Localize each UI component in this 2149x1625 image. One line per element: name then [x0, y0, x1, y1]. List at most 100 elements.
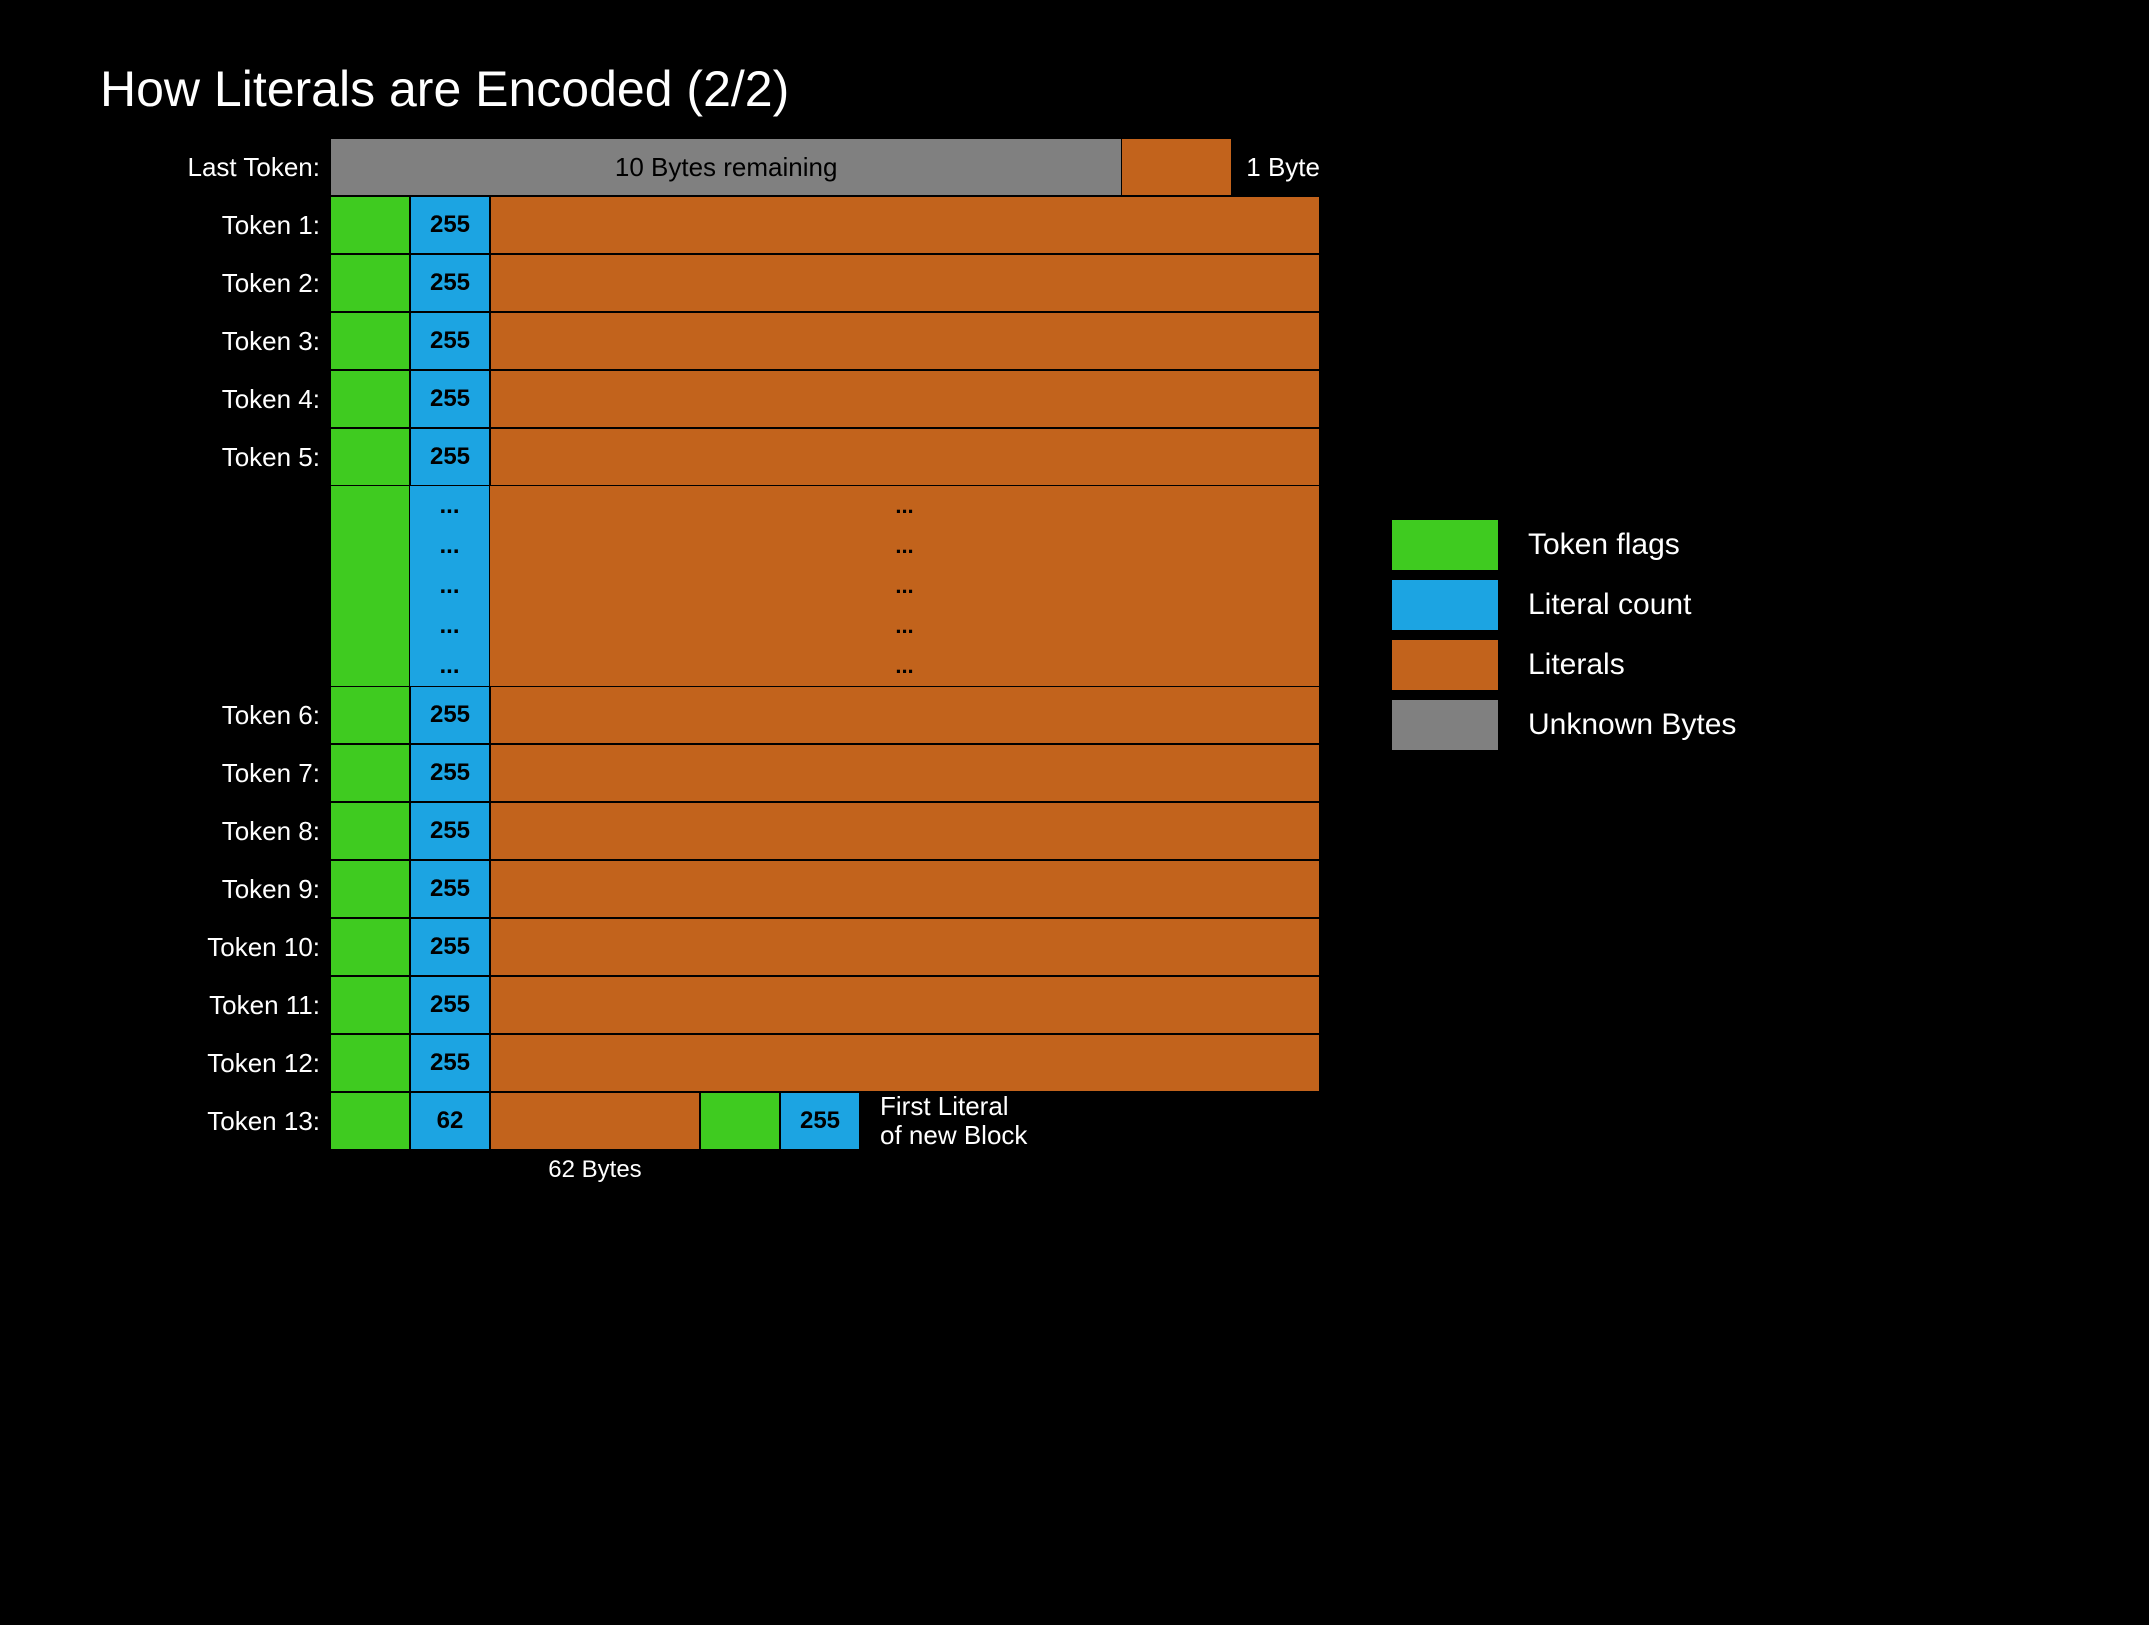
- ellipsis-row: ... ...: [330, 486, 1320, 526]
- token-row-6: 255: [330, 686, 1320, 744]
- count-cell: ...: [410, 606, 490, 646]
- flag-cell: [330, 526, 410, 566]
- tail-label-row: 62 Bytes: [330, 1150, 1320, 1184]
- flag-cell: [330, 566, 410, 606]
- flag-cell: [330, 646, 410, 686]
- label-token3: Token 3:: [222, 312, 320, 370]
- legend-count-label: Literal count: [1528, 588, 1691, 622]
- page-title: How Literals are Encoded (2/2): [100, 60, 2089, 118]
- tail-seg1-label: First Literal of new Block: [860, 1092, 1027, 1150]
- count-cell: ...: [410, 526, 490, 566]
- flag-cell: [330, 486, 410, 526]
- token-row-3: 255: [330, 312, 1320, 370]
- literals-62: [490, 1092, 700, 1150]
- count-cell: 255: [410, 254, 490, 312]
- legend-unknown-label: Unknown Bytes: [1528, 708, 1736, 742]
- flag-cell: [330, 860, 410, 918]
- literals-cell: [490, 976, 1320, 1034]
- label-token7: Token 7:: [222, 744, 320, 802]
- swatch-green: [1390, 518, 1500, 572]
- ellipsis-row: ... ...: [330, 606, 1320, 646]
- legend-row-flags: Token flags: [1390, 518, 1736, 572]
- content-area: Last Token: Token 1: Token 2: Token 3: T…: [100, 138, 2089, 1184]
- legend-row-unknown: Unknown Bytes: [1390, 698, 1736, 752]
- legend-row-literals: Literals: [1390, 638, 1736, 692]
- count-cell: 62: [410, 1092, 490, 1150]
- token-row-10: 255: [330, 918, 1320, 976]
- label-token8: Token 8:: [222, 802, 320, 860]
- count-cell: 255: [410, 976, 490, 1034]
- tail-line1: First Literal: [880, 1092, 1009, 1121]
- legend-row-count: Literal count: [1390, 578, 1736, 632]
- header-remaining-bytes: 10 Bytes remaining: [330, 138, 1122, 196]
- token-row-12: 255: [330, 1034, 1320, 1092]
- literals-cell: ...: [490, 646, 1320, 686]
- flag-cell: [330, 428, 410, 486]
- swatch-grey: [1390, 698, 1500, 752]
- diagram-page: How Literals are Encoded (2/2) Last Toke…: [0, 0, 2149, 1625]
- literals-cell: [490, 254, 1320, 312]
- count-cell: 255: [410, 860, 490, 918]
- literals-cell: [490, 312, 1320, 370]
- token-row-4: 255: [330, 370, 1320, 428]
- flag-cell: [330, 802, 410, 860]
- literals-cell: [490, 860, 1320, 918]
- count-cell-new-block: 255: [780, 1092, 860, 1150]
- literals-cell: ...: [490, 606, 1320, 646]
- count-cell: ...: [410, 486, 490, 526]
- label-last-token: Last Token:: [187, 138, 320, 196]
- flag-cell: [330, 370, 410, 428]
- label-token12: Token 12:: [207, 1034, 320, 1092]
- count-cell: 255: [410, 370, 490, 428]
- count-cell: ...: [410, 646, 490, 686]
- ellipsis-row: ... ...: [330, 646, 1320, 686]
- label-token9: Token 9:: [222, 860, 320, 918]
- literals-cell: [490, 802, 1320, 860]
- count-cell: 255: [410, 312, 490, 370]
- flag-cell: [330, 1034, 410, 1092]
- swatch-orange: [1390, 638, 1500, 692]
- count-cell: 255: [410, 686, 490, 744]
- header-row: 10 Bytes remaining 1 Byte: [330, 138, 1320, 196]
- flag-cell: [330, 918, 410, 976]
- token-row-7: 255: [330, 744, 1320, 802]
- label-token5: Token 5:: [222, 428, 320, 486]
- label-token2: Token 2:: [222, 254, 320, 312]
- literals-cell: [490, 918, 1320, 976]
- count-cell: 255: [410, 918, 490, 976]
- label-token6: Token 6:: [222, 686, 320, 744]
- flag-cell: [330, 976, 410, 1034]
- legend-literals-label: Literals: [1528, 648, 1625, 682]
- swatch-blue: [1390, 578, 1500, 632]
- literals-cell: [490, 196, 1320, 254]
- flag-cell: [330, 1092, 410, 1150]
- literals-cell: ...: [490, 486, 1320, 526]
- literals-cell: ...: [490, 566, 1320, 606]
- ellipsis-row: ... ...: [330, 526, 1320, 566]
- flag-cell: [330, 744, 410, 802]
- label-token10: Token 10:: [207, 918, 320, 976]
- count-cell: 255: [410, 1034, 490, 1092]
- count-cell: 255: [410, 802, 490, 860]
- flag-cell: [330, 606, 410, 646]
- count-cell: ...: [410, 566, 490, 606]
- count-cell: 255: [410, 428, 490, 486]
- count-cell: 255: [410, 196, 490, 254]
- row-labels-column: Last Token: Token 1: Token 2: Token 3: T…: [100, 138, 330, 1150]
- token-row-8: 255: [330, 802, 1320, 860]
- literals-cell: [490, 686, 1320, 744]
- ellipsis-row: ... ...: [330, 566, 1320, 606]
- token-row-9: 255: [330, 860, 1320, 918]
- header-one-byte-label: 1 Byte: [1232, 138, 1320, 196]
- token-row-1: 255: [330, 196, 1320, 254]
- literals-cell: [490, 1034, 1320, 1092]
- label-token11: Token 11:: [209, 976, 320, 1034]
- label-token1: Token 1:: [222, 196, 320, 254]
- byte-grid: 10 Bytes remaining 1 Byte 255 255 255: [330, 138, 1320, 1184]
- token-row-5: 255: [330, 428, 1320, 486]
- tail-62-label: 62 Bytes: [490, 1150, 700, 1184]
- flag-cell: [330, 196, 410, 254]
- literals-cell: [490, 370, 1320, 428]
- flag-cell-new-block: [700, 1092, 780, 1150]
- literals-cell: [490, 428, 1320, 486]
